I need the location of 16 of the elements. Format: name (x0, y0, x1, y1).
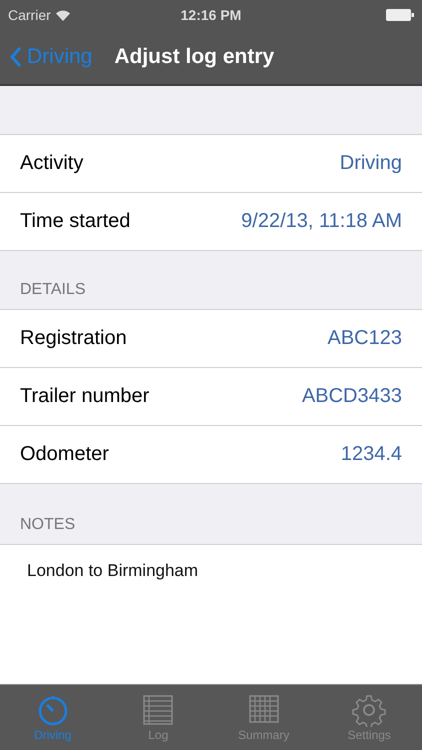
battery-icon (386, 9, 414, 21)
notes-field[interactable]: London to Birmingham (0, 545, 422, 684)
section-header: DETAILS (20, 281, 86, 299)
table-row[interactable]: Activity Driving (0, 135, 422, 193)
table-row[interactable]: Trailer number ABCD3433 (0, 368, 422, 426)
table-row[interactable]: Time started 9/22/13, 11:18 AM (0, 193, 422, 251)
wifi-icon (56, 10, 70, 20)
list-icon (141, 693, 176, 727)
page-title: Adjust log entry (114, 45, 274, 69)
settings-icon (352, 693, 386, 727)
table-row[interactable]: Odometer 1234.4 (0, 426, 422, 484)
carrier-label: Carrier (8, 7, 51, 23)
table-row[interactable]: Registration ABC123 (0, 310, 422, 368)
back-chevron-icon (10, 46, 22, 68)
status-time: 12:16 PM (180, 7, 242, 23)
section-header: NOTES (20, 516, 76, 534)
